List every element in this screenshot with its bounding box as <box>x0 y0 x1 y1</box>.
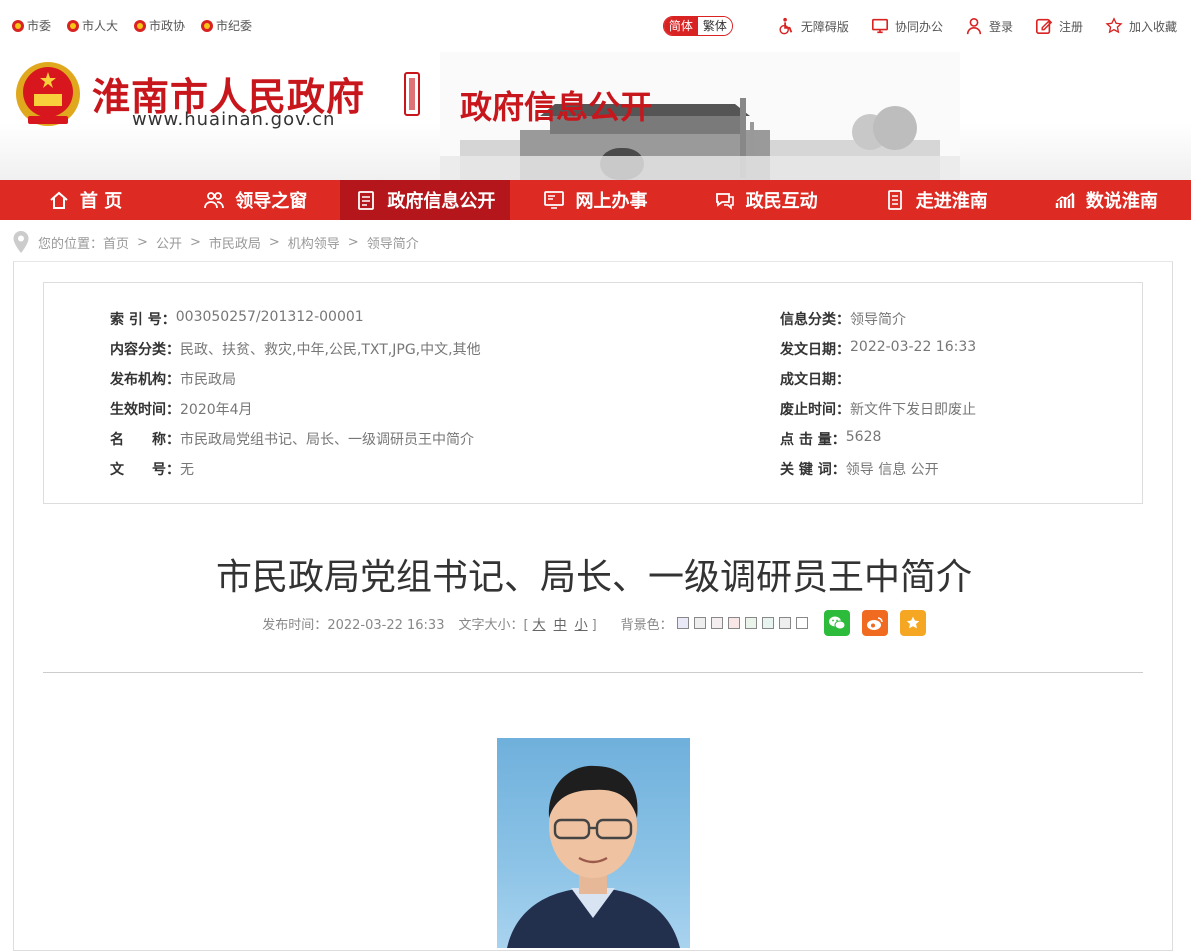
chat-icon <box>715 193 734 210</box>
top-tools: 简体 繁体 无障碍版 协同办公 登录 注册 加入收藏 <box>662 16 1177 36</box>
edit-icon <box>1035 18 1053 35</box>
accessibility-link[interactable]: 无障碍版 <box>777 17 849 35</box>
national-emblem-icon <box>67 19 80 32</box>
meta-written-date: 成文日期： <box>780 372 850 388</box>
bg-swatch[interactable] <box>693 617 706 629</box>
nav-info-disclosure[interactable]: 政府信息公开 <box>340 180 511 220</box>
channel-title: 政府信息公开 <box>460 88 653 126</box>
home-icon <box>50 191 68 209</box>
site-url: www.huainan.gov.cn <box>132 109 336 130</box>
register-link[interactable]: 注册 <box>1035 17 1083 35</box>
lang-traditional-button[interactable]: 繁体 <box>697 17 732 35</box>
monitor-icon <box>871 18 888 34</box>
favorite-share-button[interactable] <box>899 610 926 636</box>
bg-swatch[interactable] <box>676 617 689 629</box>
link-party-committee[interactable]: 市委 <box>12 17 51 34</box>
weibo-icon <box>866 617 883 630</box>
meta-effective-date: 生效时间： 2020年4月 <box>110 402 253 418</box>
bg-swatch[interactable] <box>744 617 757 629</box>
top-links: 市委 市人大 市政协 市纪委 <box>12 17 252 34</box>
bg-swatch[interactable] <box>795 617 808 629</box>
location-pin-icon <box>13 231 29 253</box>
nav-interaction[interactable]: 政民互动 <box>681 180 851 220</box>
language-switch: 简体 繁体 <box>662 16 733 36</box>
metadata-table: 索 引 号： 003050257/201312-00001 内容分类： 民政、扶贫、… <box>43 282 1143 504</box>
link-discipline-commission[interactable]: 市纪委 <box>201 17 252 34</box>
site-header: 淮南市人民政府 www.huainan.gov.cn 政府信息公开 <box>0 52 1191 180</box>
login-link[interactable]: 登录 <box>965 17 1013 35</box>
favorite-link[interactable]: 加入收藏 <box>1105 17 1177 35</box>
link-peoples-congress[interactable]: 市人大 <box>67 17 118 34</box>
party-emblem-icon <box>12 19 24 32</box>
portrait-illustration <box>507 765 680 948</box>
font-size-large[interactable]: 大 <box>533 618 546 633</box>
publish-time: 发布时间：2022-03-22 16:33 <box>262 617 445 633</box>
breadcrumb-leadership[interactable]: 机构领导 <box>288 233 340 252</box>
font-size-small[interactable]: 小 <box>575 618 588 633</box>
book-icon <box>887 190 902 210</box>
cppcc-emblem-icon <box>134 19 147 32</box>
link-cppcc[interactable]: 市政协 <box>134 17 185 34</box>
star-icon <box>906 616 919 629</box>
breadcrumb-public[interactable]: 公开 <box>156 233 182 252</box>
wechat-share-button[interactable] <box>823 610 850 636</box>
national-emblem-logo <box>16 62 80 126</box>
meta-index: 索 引 号： 003050257/201312-00001 <box>110 309 364 328</box>
people-icon <box>204 192 225 209</box>
article-toolbar: 发布时间：2022-03-22 16:33 文字大小：[大中小] 背景色： <box>14 610 1174 636</box>
party-emblem-icon <box>201 19 214 32</box>
meta-issue-date: 发文日期： 2022-03-22 16:33 <box>780 339 977 358</box>
meta-category: 内容分类： 民政、扶贫、救灾,中年,公民,TXT,JPG,中文,其他 <box>110 342 481 358</box>
breadcrumb-leader-profile[interactable]: 领导简介 <box>367 233 419 252</box>
meta-publisher: 发布机构： 市民政局 <box>110 372 236 388</box>
divider <box>43 672 1143 673</box>
weibo-share-button[interactable] <box>861 610 888 636</box>
top-bar: 市委 市人大 市政协 市纪委 简体 繁体 无障碍版 协同办公 登录 注册 加入收… <box>0 0 1191 52</box>
nav-home[interactable]: 首 页 <box>0 180 170 220</box>
nav-online-service[interactable]: 网上办事 <box>510 180 680 220</box>
font-size-control: 文字大小：[大中小] <box>458 617 597 633</box>
meta-expiry: 废止时间： 新文件下发日即废止 <box>780 402 976 418</box>
meta-views: 点 击 量： 5628 <box>780 429 882 448</box>
wheelchair-icon <box>779 17 793 35</box>
bg-swatch[interactable] <box>778 617 791 629</box>
font-size-medium[interactable]: 中 <box>554 618 567 633</box>
bg-swatch[interactable] <box>727 617 740 629</box>
nav-leaders[interactable]: 领导之窗 <box>170 180 340 220</box>
nav-data[interactable]: 数说淮南 <box>1021 180 1191 220</box>
meta-name: 名 称： 市民政局党组书记、局长、一级调研员王中简介 <box>110 432 474 448</box>
bar-chart-icon <box>1055 192 1075 208</box>
meta-keywords: 关 键 词： 领导 信息 公开 <box>780 462 939 478</box>
bg-color-label: 背景色： <box>620 617 673 633</box>
main-nav: 首 页 领导之窗 政府信息公开 网上办事 政民互动 走进淮南 数说淮南 <box>0 180 1191 220</box>
article-title: 市民政局党组书记、局长、一级调研员王中简介 <box>215 557 972 598</box>
bg-color-swatches <box>676 617 808 629</box>
meta-info-class: 信息分类： 领导简介 <box>780 312 906 328</box>
office-link[interactable]: 协同办公 <box>871 17 943 35</box>
star-icon <box>1105 17 1123 34</box>
content-frame: 索 引 号： 003050257/201312-00001 内容分类： 民政、扶贫、… <box>13 261 1173 951</box>
breadcrumb-prefix: 您的位置：首页 <box>38 236 130 252</box>
leader-portrait <box>497 738 690 948</box>
screen-icon <box>544 191 565 209</box>
wechat-icon <box>828 616 846 630</box>
seal-icon <box>404 72 420 116</box>
breadcrumb-home[interactable]: 首页 <box>103 237 129 252</box>
nav-about-huainan[interactable]: 走进淮南 <box>851 180 1021 220</box>
lang-simplified-button[interactable]: 简体 <box>663 17 698 35</box>
user-icon <box>966 17 982 35</box>
share-buttons <box>823 610 926 636</box>
breadcrumb-civil-affairs[interactable]: 市民政局 <box>209 233 261 252</box>
breadcrumb: 您的位置：首页 > 公开 > 市民政局 > 机构领导 > 领导简介 <box>12 230 419 254</box>
document-icon <box>358 191 375 210</box>
meta-doc-number: 文 号：无 <box>110 462 194 478</box>
bg-swatch[interactable] <box>710 617 723 629</box>
bg-swatch[interactable] <box>761 617 774 629</box>
